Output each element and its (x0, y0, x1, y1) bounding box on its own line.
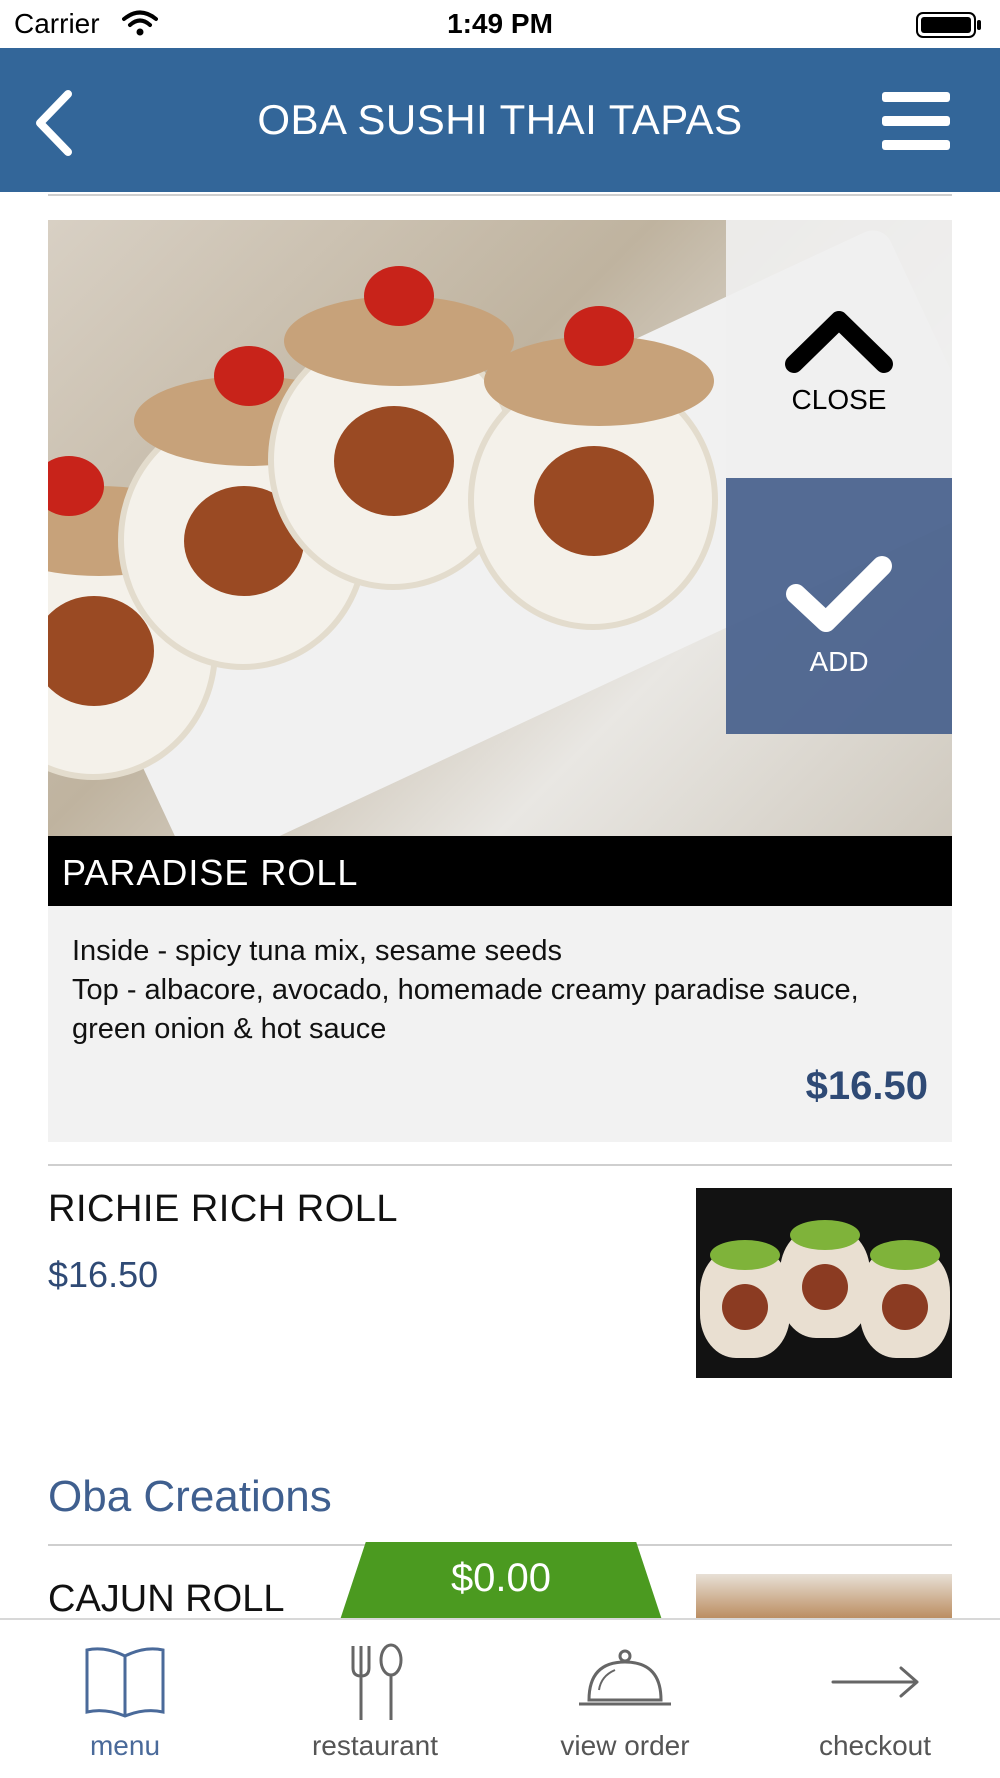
item-name-bar: PARADISE ROLL (48, 836, 952, 906)
navigation-bar: OBA SUSHI THAI TAPAS (0, 48, 1000, 192)
tab-restaurant[interactable]: restaurant (250, 1620, 500, 1778)
tab-label: view order (560, 1730, 690, 1761)
close-button[interactable]: CLOSE (726, 220, 952, 478)
item-thumbnail (696, 1188, 952, 1378)
status-bar: Carrier 1:49 PM (0, 0, 1000, 48)
cloche-icon (579, 1649, 671, 1706)
list-item-name[interactable]: CAJUN ROLL (48, 1578, 285, 1621)
tab-label: menu (89, 1730, 161, 1761)
item-price: $16.50 (805, 1064, 928, 1108)
tab-menu[interactable]: menu (0, 1620, 250, 1778)
item-description-box: Inside - spicy tuna mix, sesame seeds To… (48, 906, 952, 1142)
list-item-price: $16.50 (48, 1254, 159, 1295)
page-title: OBA SUSHI THAI TAPAS (257, 96, 743, 143)
tab-view-order[interactable]: view order (500, 1620, 750, 1778)
chevron-up-icon (785, 311, 893, 373)
status-time: 1:49 PM (447, 8, 553, 39)
arrow-right-icon (831, 1666, 919, 1698)
cart-total: $0.00 (450, 1556, 552, 1600)
fork-spoon-icon (351, 1643, 403, 1720)
tab-bar: menu restaurant view order checkout (0, 1618, 1000, 1778)
divider (48, 194, 952, 196)
item-description: Inside - spicy tuna mix, sesame seeds To… (72, 935, 859, 1045)
divider (48, 1164, 952, 1166)
add-button[interactable]: ADD (726, 478, 952, 734)
item-name: PARADISE ROLL (62, 852, 359, 893)
book-icon (85, 1647, 165, 1718)
section-title: Oba Creations (48, 1472, 332, 1521)
cart-total-button[interactable]: $0.00 (340, 1542, 662, 1620)
tab-label: restaurant (311, 1730, 439, 1761)
add-label: ADD (809, 646, 869, 677)
list-item-name: RICHIE RICH ROLL (48, 1188, 399, 1230)
tab-label: checkout (818, 1730, 932, 1761)
checkmark-icon (786, 556, 892, 632)
item-thumbnail (696, 1574, 952, 1620)
list-item[interactable]: RICHIE RICH ROLL $16.50 (48, 1188, 952, 1378)
hamburger-icon[interactable] (882, 92, 950, 150)
close-label: CLOSE (791, 384, 887, 415)
battery-icon (916, 12, 981, 38)
tab-checkout[interactable]: checkout (750, 1620, 1000, 1778)
